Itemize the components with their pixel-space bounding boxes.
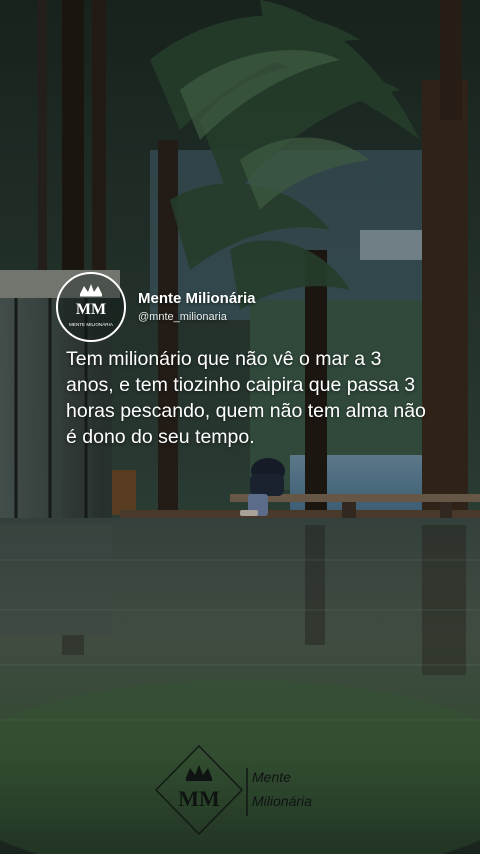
crown-icon xyxy=(186,765,212,781)
quote-text: Tem milionário que não vê o mar a 3 anos… xyxy=(66,348,426,448)
brand-watermark: MM Mente Milionária xyxy=(154,744,312,836)
watermark-line2: Milionária xyxy=(252,793,312,809)
avatar-caption: MENTE MILIONÁRIA xyxy=(69,321,114,327)
author-name[interactable]: Mente Milionária xyxy=(138,290,256,307)
crown-icon xyxy=(80,284,102,297)
author-handle[interactable]: @mnte_milionaria xyxy=(138,311,227,323)
avatar-monogram: MM xyxy=(76,301,106,318)
avatar[interactable]: MM MENTE MILIONÁRIA xyxy=(56,272,126,342)
watermark-line1: Mente xyxy=(252,769,291,785)
watermark-monogram: MM xyxy=(178,786,220,811)
post-frame: MM MENTE MILIONÁRIA Mente Milionária @mn… xyxy=(0,0,480,854)
